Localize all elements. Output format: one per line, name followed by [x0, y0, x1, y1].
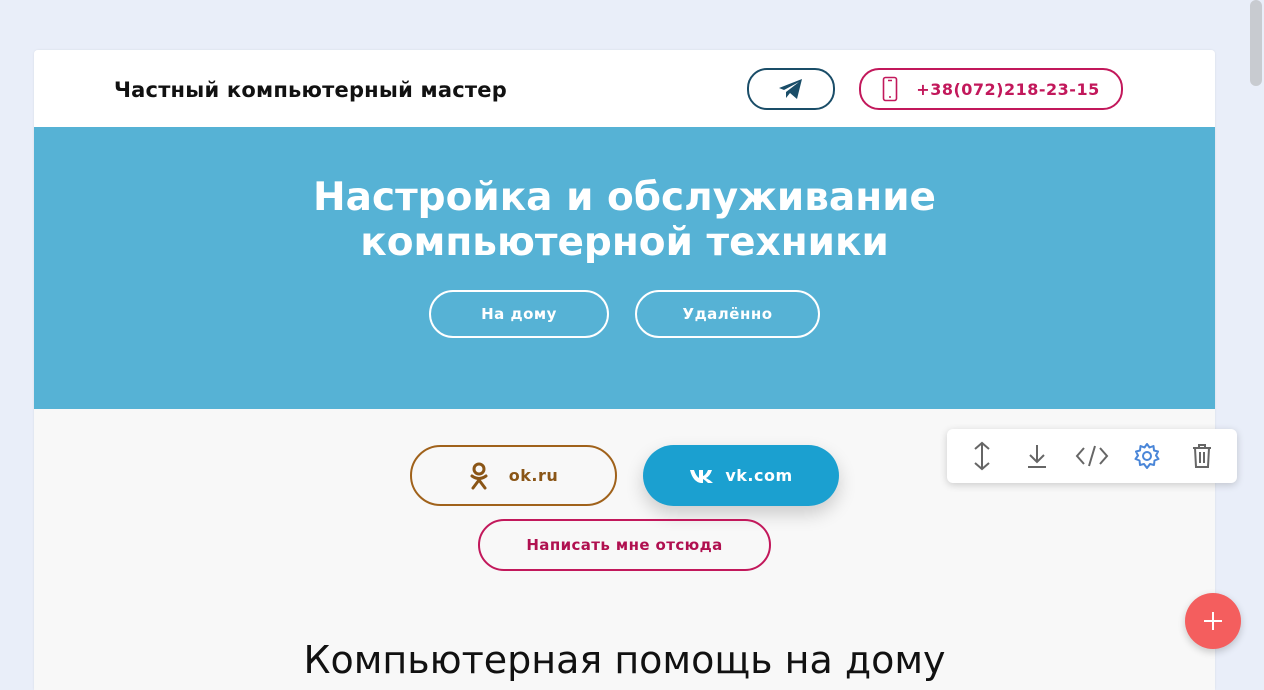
phone-button[interactable]: +38(072)218-23-15: [859, 68, 1123, 110]
move-vertical-icon: [974, 441, 991, 471]
vk-com-label: vk.com: [725, 466, 793, 485]
paper-plane-icon: [779, 79, 802, 99]
ok-ru-button[interactable]: ok.ru: [410, 445, 617, 506]
page-preview: Частный компьютерный мастер +38(072)218-…: [34, 50, 1215, 690]
download-icon: [1028, 445, 1047, 468]
vk-icon: [690, 469, 714, 483]
smartphone-icon: [882, 76, 898, 102]
gear-icon: [1134, 443, 1160, 469]
remote-button[interactable]: Удалённо: [635, 290, 820, 338]
download-block-button[interactable]: [1017, 436, 1057, 476]
hero-title: Настройка и обслуживание компьютерной те…: [34, 175, 1215, 265]
hero-title-line2: компьютерной техники: [360, 220, 889, 265]
phone-number: +38(072)218-23-15: [916, 79, 1100, 99]
settings-block-button[interactable]: [1127, 436, 1167, 476]
block-editor-toolbar: [947, 429, 1237, 483]
vk-com-button[interactable]: vk.com: [643, 445, 839, 506]
hero-title-line1: Настройка и обслуживание: [313, 175, 936, 220]
delete-block-button[interactable]: [1182, 436, 1222, 476]
code-block-button[interactable]: [1072, 436, 1112, 476]
odnoklassniki-icon: [470, 462, 488, 489]
section-heading: Компьютерная помощь на дому: [303, 638, 946, 682]
code-icon: [1075, 445, 1109, 467]
hero-section: Настройка и обслуживание компьютерной те…: [34, 127, 1215, 409]
add-block-button[interactable]: [1185, 593, 1241, 649]
scrollbar-thumb[interactable]: [1250, 0, 1262, 86]
write-me-button[interactable]: Написать мне отсюда: [478, 519, 771, 571]
at-home-button[interactable]: На дому: [429, 290, 609, 338]
plus-icon: [1204, 612, 1222, 630]
trash-icon: [1192, 444, 1211, 468]
site-title: Частный компьютерный мастер: [114, 78, 507, 102]
move-block-button[interactable]: [962, 436, 1002, 476]
scrollbar-track[interactable]: [1248, 0, 1264, 672]
telegram-button[interactable]: [747, 68, 835, 110]
ok-ru-label: ok.ru: [508, 466, 559, 485]
site-header: Частный компьютерный мастер +38(072)218-…: [34, 50, 1215, 127]
